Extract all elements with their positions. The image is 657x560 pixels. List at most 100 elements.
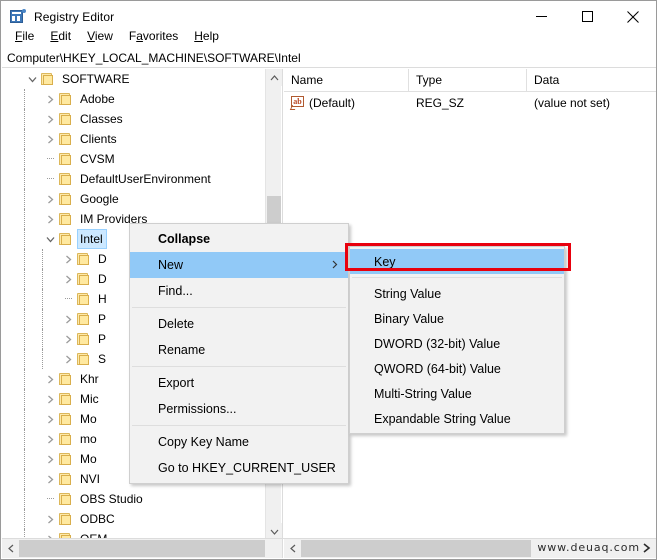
tree-expander-expanded[interactable] [42,229,58,249]
chevron-right-icon [65,275,71,283]
tree-guide-line [24,489,26,509]
folder-icon [58,412,74,426]
chevron-right-icon [65,355,71,363]
tree-guide-line [24,449,26,469]
folder-icon [58,512,74,526]
context-menu-item-label: Find... [158,284,193,298]
tree-item-software[interactable]: SOFTWARE [2,69,267,89]
tree-item-adobe[interactable]: Adobe [2,89,267,109]
tree-guide-line [24,169,26,189]
tree-expander-collapsed[interactable] [60,309,76,329]
tree-item-google[interactable]: Google [2,189,267,209]
column-header-data[interactable]: Data [527,69,656,91]
context-menu-item-find[interactable]: Find... [130,278,348,304]
menubar-item-edit[interactable]: Edit [42,27,79,45]
values-horizontal-scrollbar[interactable]: www.deuaq.com [284,539,656,558]
context-menu-item-permissions[interactable]: Permissions... [130,396,348,422]
folder-icon [58,232,74,246]
submenu-item-expandable-string-value[interactable]: Expandable String Value [350,406,564,431]
tree-expander-expanded[interactable] [24,69,40,89]
tree-guide-line [24,109,26,129]
value-row[interactable]: ab (Default) REG_SZ (value not set) [284,92,656,113]
chevron-right-icon [65,335,71,343]
registry-path-bar[interactable]: Computer\HKEY_LOCAL_MACHINE\SOFTWARE\Int… [2,48,656,68]
tree-guide-line [24,329,26,349]
tree-expander-collapsed[interactable] [42,369,58,389]
chevron-right-icon [47,195,53,203]
context-menu-item-new[interactable]: New [130,252,348,278]
menubar-item-help[interactable]: Help [186,27,227,45]
menu-separator [352,277,562,278]
submenu-item-multi-string-value[interactable]: Multi-String Value [350,381,564,406]
tree-expander-collapsed[interactable] [42,189,58,209]
value-type-cell: REG_SZ [416,95,465,110]
submenu-item-label: QWORD (64-bit) Value [374,361,501,376]
tree-expander-collapsed[interactable] [42,429,58,449]
chevron-left-icon [7,544,13,553]
values-hscroll-thumb[interactable] [301,540,531,557]
submenu-item-binary-value[interactable]: Binary Value [350,306,564,331]
tree-guide-line [42,349,44,369]
tree-item-label: S [98,352,107,366]
tree-expander-collapsed[interactable] [60,329,76,349]
tree-item-odbc[interactable]: ODBC [2,509,267,529]
tree-leaf-marker [60,289,76,309]
new-submenu: Key String Value Binary Value DWORD (32-bit… [349,246,565,434]
tree-expander-collapsed[interactable] [42,129,58,149]
tree-item-classes[interactable]: Classes [2,109,267,129]
submenu-item-dword-32-bit-value[interactable]: DWORD (32-bit) Value [350,331,564,356]
status-bar: www.deuaq.com [2,538,656,558]
column-header-type[interactable]: Type [409,69,527,91]
menubar-item-view[interactable]: View [79,27,121,45]
tree-expander-collapsed[interactable] [42,469,58,489]
submenu-item-string-value[interactable]: String Value [350,281,564,306]
tree-guide-line [42,329,44,349]
tree-expander-collapsed[interactable] [42,209,58,229]
context-menu-item-delete[interactable]: Delete [130,311,348,337]
tree-expander-collapsed[interactable] [60,249,76,269]
submenu-item-label: Expandable String Value [374,411,511,426]
tree-item-label: Intel [77,229,107,249]
context-menu-item-label: Export [158,376,195,390]
registry-editor-window: Registry Editor File Edit View Favorites Hel… [0,0,657,560]
site-watermark: www.deuaq.com [537,541,652,554]
tree-item-clients[interactable]: Clients [2,129,267,149]
context-menu-item-copy-key-name[interactable]: Copy Key Name [130,429,348,455]
folder-icon [58,212,74,226]
context-menu-item-export[interactable]: Export [130,370,348,396]
tree-item-obs-studio[interactable]: OBS Studio [2,489,267,509]
tree-expander-collapsed[interactable] [42,109,58,129]
tree-item-label: Adobe [80,92,115,106]
tree-expander-collapsed[interactable] [60,269,76,289]
submenu-item-qword-64-bit-value[interactable]: QWORD (64-bit) Value [350,356,564,381]
scroll-left-button[interactable] [2,539,19,558]
watermark-text: www.deuaq.com [537,541,640,554]
tree-guide-line [24,509,26,529]
tree-expander-collapsed[interactable] [42,409,58,429]
scroll-up-button[interactable] [266,69,282,86]
tree-guide-line [24,129,26,149]
tree-horizontal-scrollbar[interactable] [2,539,283,558]
menubar-item-favorites[interactable]: Favorites [121,27,186,45]
tree-item-cvsm[interactable]: CVSM [2,149,267,169]
tree-expander-collapsed[interactable] [42,389,58,409]
tree-expander-collapsed[interactable] [42,449,58,469]
folder-icon [58,112,74,126]
close-icon [627,10,639,23]
column-header-name[interactable]: Name [284,69,409,91]
context-menu-item-collapse[interactable]: Collapse [130,226,348,252]
values-scroll-left-button[interactable] [284,539,301,558]
chevron-right-icon [65,255,71,263]
context-menu-item-go-to-hkey-current-user[interactable]: Go to HKEY_CURRENT_USER [130,455,348,481]
tree-hscroll-thumb[interactable] [19,540,265,557]
context-menu-item-label: Collapse [158,232,211,246]
tree-expander-collapsed[interactable] [42,509,58,529]
tree-expander-collapsed[interactable] [42,89,58,109]
menubar-item-file[interactable]: File [7,27,42,45]
folder-icon [58,472,74,486]
registry-path-text: Computer\HKEY_LOCAL_MACHINE\SOFTWARE\Int… [7,50,301,65]
context-menu-item-rename[interactable]: Rename [130,337,348,363]
tree-expander-collapsed[interactable] [60,349,76,369]
tree-item-defaultuserenvironment[interactable]: DefaultUserEnvironment [2,169,267,189]
submenu-item-key[interactable]: Key [350,249,564,274]
